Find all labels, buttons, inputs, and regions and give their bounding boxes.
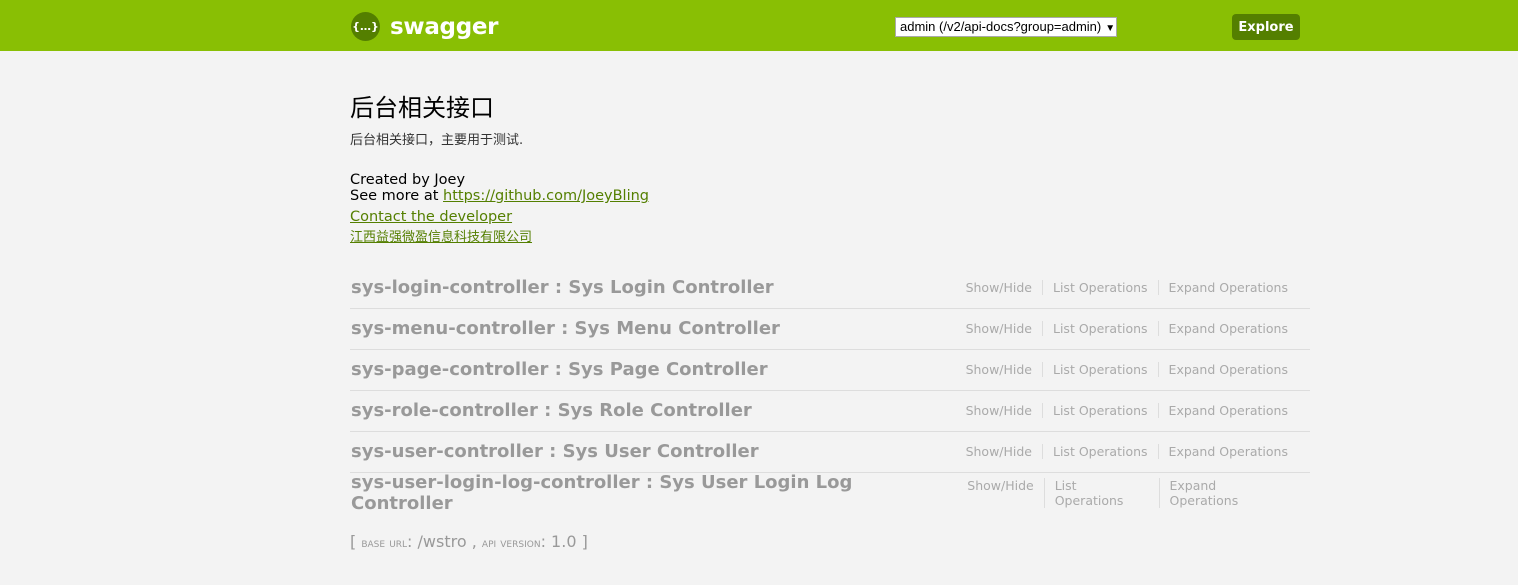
expand-operations-link[interactable]: Expand Operations <box>1157 320 1298 336</box>
list-operations-link[interactable]: List Operations <box>1043 477 1159 508</box>
list-operations-link[interactable]: List Operations <box>1042 279 1158 295</box>
show-hide-link[interactable]: Show/Hide <box>956 321 1042 336</box>
explore-button[interactable]: Explore <box>1232 14 1300 40</box>
controller-title[interactable]: sys-role-controller : Sys Role Controlle… <box>350 400 752 421</box>
list-operations-link[interactable]: List Operations <box>1042 402 1158 418</box>
controller-title[interactable]: sys-user-controller : Sys User Controlle… <box>350 441 759 462</box>
controller-row: sys-role-controller : Sys Role Controlle… <box>350 391 1310 432</box>
page-title: 后台相关接口 <box>350 95 494 122</box>
base-url-label: Base URL <box>361 536 408 551</box>
show-hide-link[interactable]: Show/Hide <box>956 280 1042 295</box>
controller-row: sys-page-controller : Sys Page Controlle… <box>350 350 1310 391</box>
company-link[interactable]: 江西益强微盈信息科技有限公司 <box>350 230 1310 246</box>
show-hide-link[interactable]: Show/Hide <box>957 478 1043 508</box>
created-by: Created by Joey <box>350 172 466 188</box>
contact-link[interactable]: Contact the developer <box>350 209 1310 225</box>
controller-title[interactable]: sys-menu-controller : Sys Menu Controlle… <box>350 318 780 339</box>
github-link[interactable]: https://github.com/JoeyBling <box>443 188 649 204</box>
expand-operations-link[interactable]: Expand Operations <box>1157 361 1298 377</box>
logo[interactable]: {…} swagger <box>351 12 499 41</box>
show-hide-link[interactable]: Show/Hide <box>956 403 1042 418</box>
api-group-select[interactable]: admin (/v2/api-docs?group=admin) ▼ <box>895 17 1117 37</box>
expand-operations-link[interactable]: Expand Operations <box>1158 477 1299 508</box>
api-version-label: API Version <box>481 536 541 551</box>
see-more-label: See more at <box>350 188 444 204</box>
bracket: ] <box>576 532 588 551</box>
list-operations-link[interactable]: List Operations <box>1042 361 1158 377</box>
base-url: /wstro <box>417 532 467 551</box>
swagger-logo-icon: {…} <box>351 12 380 41</box>
controller-row: sys-login-controller : Sys Login Control… <box>350 268 1310 309</box>
separator: , <box>466 532 482 551</box>
header: {…} swagger admin (/v2/api-docs?group=ad… <box>0 0 1518 51</box>
brand-name: swagger <box>390 13 499 40</box>
dropdown-arrow-icon: ▼ <box>1105 23 1116 34</box>
controller-title[interactable]: sys-login-controller : Sys Login Control… <box>350 277 774 298</box>
bracket: [ <box>350 532 362 551</box>
controller-title[interactable]: sys-page-controller : Sys Page Controlle… <box>350 359 768 380</box>
show-hide-link[interactable]: Show/Hide <box>956 362 1042 377</box>
controller-row: sys-user-login-log-controller : Sys User… <box>350 472 1310 514</box>
description: 后台相关接口，主要用于测试. <box>350 133 524 148</box>
expand-operations-link[interactable]: Expand Operations <box>1157 443 1298 459</box>
footer: [ Base URL: /wstro , API Version: 1.0 ] <box>350 532 588 551</box>
list-operations-link[interactable]: List Operations <box>1042 320 1158 336</box>
api-version: 1.0 <box>551 532 577 551</box>
controller-title[interactable]: sys-user-login-log-controller : Sys User… <box>350 472 957 514</box>
show-hide-link[interactable]: Show/Hide <box>956 444 1042 459</box>
expand-operations-link[interactable]: Expand Operations <box>1157 279 1298 295</box>
expand-operations-link[interactable]: Expand Operations <box>1157 402 1298 418</box>
controller-row: sys-user-controller : Sys User Controlle… <box>350 432 1310 473</box>
controller-row: sys-menu-controller : Sys Menu Controlle… <box>350 309 1310 350</box>
select-value: admin (/v2/api-docs?group=admin) <box>900 19 1102 34</box>
list-operations-link[interactable]: List Operations <box>1042 443 1158 459</box>
